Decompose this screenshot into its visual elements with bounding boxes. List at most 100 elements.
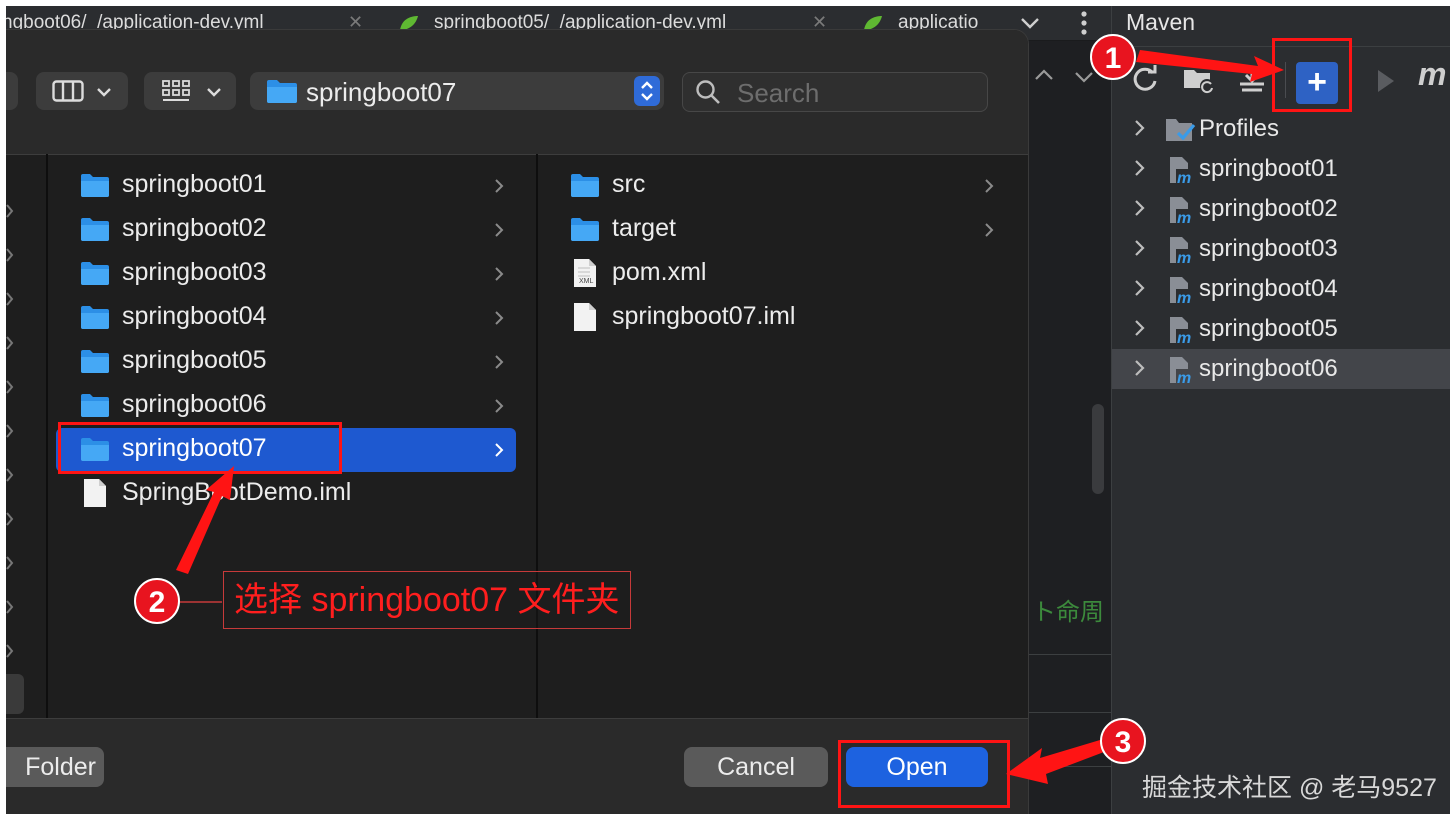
item-label: springboot06 <box>122 390 267 418</box>
item-label: springboot03 <box>122 258 267 286</box>
chevron-right-icon <box>495 223 504 237</box>
chevron-right-icon <box>985 223 994 237</box>
run-icon[interactable] <box>1374 66 1398 96</box>
chevron-right-icon[interactable] <box>1130 359 1148 377</box>
chevron-right-icon[interactable] <box>1130 239 1148 257</box>
group-button[interactable] <box>144 72 236 110</box>
maven-module-icon: m <box>1170 157 1194 185</box>
maven-module-icon: m <box>1170 237 1194 265</box>
svg-text:m: m <box>1177 330 1191 345</box>
chevron-right-icon[interactable] <box>1130 199 1148 217</box>
profiles-folder-icon <box>1166 119 1196 141</box>
download-sources-icon[interactable] <box>1236 64 1270 94</box>
obscured-text: ト命周 <box>1032 599 1104 626</box>
step-badge-2: 2 <box>134 578 180 624</box>
highlight-add-button <box>1272 38 1352 112</box>
callout-label: 选择 springboot07 文件夹 <box>223 571 631 629</box>
chevron-right-icon[interactable] <box>1130 279 1148 297</box>
folder-icon <box>81 262 109 285</box>
chevron-right-icon[interactable] <box>1130 159 1148 177</box>
list-item-springboot02[interactable]: springboot02 <box>56 208 516 252</box>
dialog-toolbar: springboot07 Search <box>6 30 1028 155</box>
list-item-springboot04[interactable]: springboot04 <box>56 296 516 340</box>
sidebar-toggle[interactable] <box>6 674 24 714</box>
maven-panel: Maven + m Profiles m springboot01 m spri… <box>1111 6 1450 814</box>
chevron-right-icon[interactable] <box>6 600 14 614</box>
item-label: springboot07.iml <box>612 302 796 330</box>
chevron-right-icon[interactable] <box>6 424 14 438</box>
chevron-right-icon <box>495 399 504 413</box>
maven-tree-label: springboot05 <box>1199 315 1338 342</box>
item-label: springboot05 <box>122 346 267 374</box>
chevron-right-icon[interactable] <box>1130 319 1148 337</box>
columns-view-icon <box>52 80 84 102</box>
back-forward-button[interactable] <box>6 72 18 110</box>
reload-folder-icon[interactable] <box>1182 64 1216 94</box>
highlight-springboot07 <box>58 422 342 474</box>
chevron-up-icon[interactable] <box>1034 68 1054 82</box>
svg-text:m: m <box>1177 250 1191 265</box>
chevron-right-icon[interactable] <box>6 248 14 262</box>
folder-icon <box>81 350 109 373</box>
item-label: springboot01 <box>122 170 267 198</box>
highlight-open-button <box>838 740 1010 808</box>
chevron-right-icon[interactable] <box>6 380 14 394</box>
list-item-pom-xml[interactable]: XML pom.xml <box>546 252 1006 296</box>
maven-tree-item-springboot03[interactable]: m springboot03 <box>1112 229 1450 269</box>
editor-scrollbar[interactable] <box>1092 404 1104 494</box>
maven-tree-label: springboot03 <box>1199 235 1338 262</box>
chevron-right-icon[interactable] <box>6 204 14 218</box>
chevron-down-icon[interactable] <box>1074 70 1094 84</box>
chevron-right-icon[interactable] <box>6 644 14 658</box>
list-item-springboot01[interactable]: springboot01 <box>56 164 516 208</box>
folder-icon <box>571 174 599 197</box>
maven-tree-item-springboot06[interactable]: m springboot06 <box>1112 349 1450 389</box>
maven-tree-label: springboot01 <box>1199 155 1338 182</box>
folder-icon <box>571 218 599 241</box>
list-item-target[interactable]: target <box>546 208 1006 252</box>
folder-icon <box>81 306 109 329</box>
maven-tree-item-springboot04[interactable]: m springboot04 <box>1112 269 1450 309</box>
path-popup[interactable]: springboot07 <box>250 72 664 110</box>
xml-badge: XML <box>579 278 594 285</box>
chevron-right-icon <box>985 179 994 193</box>
chevron-right-icon[interactable] <box>6 336 14 350</box>
new-folder-button[interactable]: Folder <box>6 747 104 787</box>
reload-icon[interactable] <box>1130 64 1160 94</box>
list-item-springboot07-iml[interactable]: springboot07.iml <box>546 296 1006 340</box>
list-item-src[interactable]: src <box>546 164 1006 208</box>
maven-tree-item-profiles[interactable]: Profiles <box>1112 109 1450 149</box>
step-badge-1: 1 <box>1090 34 1136 80</box>
list-item-springbootdemo-iml[interactable]: SpringBootDemo.iml <box>56 472 516 516</box>
maven-tree-item-springboot02[interactable]: m springboot02 <box>1112 189 1450 229</box>
view-mode-button[interactable] <box>36 72 128 110</box>
list-item-springboot03[interactable]: springboot03 <box>56 252 516 296</box>
maven-tree-label: Profiles <box>1199 115 1280 142</box>
item-label: springboot04 <box>122 302 267 330</box>
maven-title: Maven <box>1126 9 1196 35</box>
chevron-right-icon <box>495 179 504 193</box>
chevron-right-icon[interactable] <box>6 468 14 482</box>
list-item-springboot05[interactable]: springboot05 <box>56 340 516 384</box>
item-label: src <box>612 170 646 198</box>
svg-text:m: m <box>1177 170 1191 185</box>
maven-module-icon: m <box>1170 277 1194 305</box>
chevron-down-icon[interactable] <box>1020 16 1040 30</box>
column-separator[interactable] <box>46 154 48 718</box>
path-stepper[interactable] <box>634 76 660 106</box>
more-vertical-icon[interactable] <box>1080 10 1088 36</box>
column-separator[interactable] <box>536 154 538 718</box>
maven-tree-item-springboot05[interactable]: m springboot05 <box>1112 309 1450 349</box>
chevron-right-icon[interactable] <box>6 292 14 306</box>
item-label: SpringBootDemo.iml <box>122 478 352 506</box>
chevron-right-icon[interactable] <box>6 512 14 526</box>
chevron-right-icon <box>495 355 504 369</box>
maven-tree-item-springboot01[interactable]: m springboot01 <box>1112 149 1450 189</box>
execute-goal-icon[interactable]: m <box>1418 56 1446 93</box>
search-input[interactable]: Search <box>682 72 988 112</box>
chevron-down-icon <box>97 88 111 97</box>
chevron-right-icon[interactable] <box>6 556 14 570</box>
cancel-button[interactable]: Cancel <box>684 747 828 787</box>
folder-icon <box>267 80 297 103</box>
chevron-right-icon[interactable] <box>1130 119 1148 137</box>
